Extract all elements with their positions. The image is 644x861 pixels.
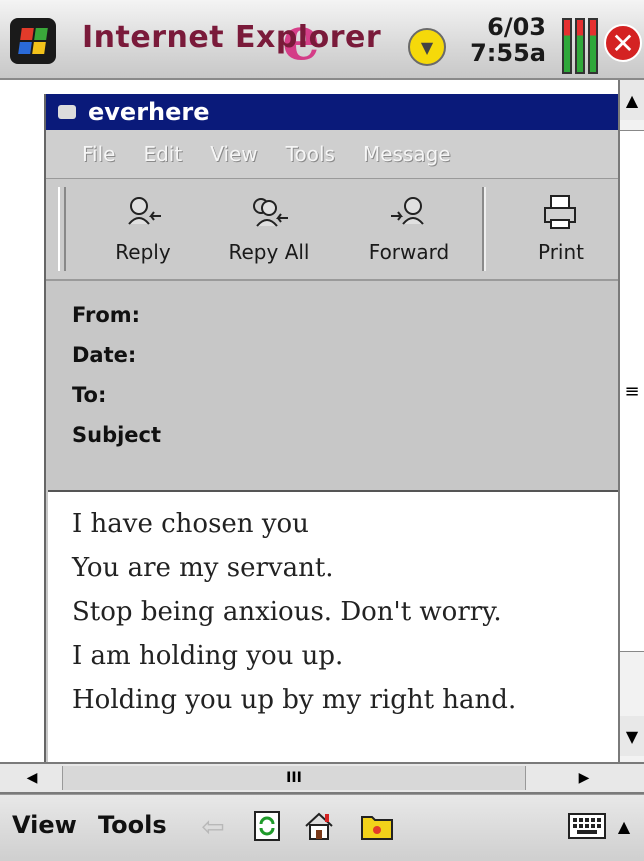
app-title: Internet Explorer — [82, 20, 382, 55]
battery-signal-icon[interactable] — [562, 14, 604, 74]
email-window: everhere File Edit View Tools Message Re… — [44, 94, 618, 762]
body-line: I am holding you up. — [72, 641, 344, 671]
print-label: Print — [537, 240, 584, 264]
view-menu[interactable]: View — [12, 811, 77, 839]
body-line: Stop being anxious. Don't worry. — [72, 597, 502, 627]
to-label: To: — [72, 383, 107, 407]
clock[interactable]: 6/03 7:55a — [462, 14, 546, 66]
scroll-right-button[interactable]: ▶ — [570, 764, 598, 792]
reply-all-label: Repy All — [228, 240, 310, 264]
horizontal-scroll-thumb[interactable]: III — [62, 766, 526, 790]
email-body[interactable]: I have chosen you You are my servant. St… — [48, 490, 618, 762]
favorites-icon[interactable] — [360, 809, 394, 843]
body-line: You are my servant. — [72, 553, 334, 583]
forward-label: Forward — [368, 240, 450, 264]
vertical-scrollbar[interactable]: ▲ ≡ ▼ — [618, 80, 644, 762]
title-bar: e Internet Explorer ▼ 6/03 7:55a ✕ — [0, 0, 644, 80]
print-icon — [544, 195, 576, 229]
back-arrow-icon[interactable]: ⇦ — [196, 809, 230, 843]
notification-arrow-icon: ▼ — [420, 37, 434, 57]
menu-file[interactable]: File — [82, 142, 115, 166]
reply-all-icon — [253, 198, 288, 227]
subject-label: Subject — [72, 423, 162, 447]
refresh-icon[interactable] — [250, 809, 284, 843]
reply-button[interactable]: Reply — [98, 179, 188, 279]
forward-icon — [391, 197, 424, 225]
close-button[interactable]: ✕ — [604, 24, 642, 62]
print-button[interactable]: Print — [516, 179, 606, 279]
windows-start-icon[interactable] — [10, 18, 56, 64]
email-toolbar: Reply Repy All Forward Print — [46, 179, 618, 281]
email-menu-bar: File Edit View Tools Message — [46, 130, 618, 179]
clock-time: 7:55a — [470, 39, 546, 67]
email-window-title: everhere — [46, 94, 618, 130]
email-window-title-text: everhere — [88, 98, 210, 126]
browser-content: everhere File Edit View Tools Message Re… — [0, 80, 618, 762]
email-headers: From: Date: To: Subject — [46, 281, 618, 463]
forward-button[interactable]: Forward — [354, 179, 464, 279]
body-line: Holding you up by my right hand. — [72, 685, 517, 715]
scroll-left-button[interactable]: ◀ — [18, 764, 46, 792]
vertical-scroll-thumb[interactable]: ≡ — [620, 130, 644, 652]
from-label: From: — [72, 303, 141, 327]
body-line: I have chosen you — [72, 509, 309, 539]
menu-tools[interactable]: Tools — [286, 142, 335, 166]
home-icon[interactable] — [302, 809, 336, 843]
document-icon — [58, 105, 76, 119]
keyboard-icon[interactable] — [566, 809, 608, 843]
tools-menu[interactable]: Tools — [98, 811, 167, 839]
toolbar-separator — [482, 187, 486, 271]
menu-message[interactable]: Message — [363, 142, 451, 166]
scroll-up-button[interactable]: ▲ — [620, 80, 644, 120]
sip-menu-up-icon[interactable]: ▲ — [612, 809, 636, 843]
reply-label: Reply — [115, 240, 171, 264]
notification-icon[interactable]: ▼ — [408, 28, 446, 66]
reply-all-button[interactable]: Repy All — [214, 179, 324, 279]
date-label: Date: — [72, 343, 137, 367]
horizontal-scrollbar[interactable]: ◀ III ▶ — [0, 762, 644, 794]
menu-edit[interactable]: Edit — [143, 142, 182, 166]
command-bar: View Tools ⇦ ▲ — [0, 794, 644, 861]
windows-flag-icon — [18, 28, 48, 54]
toolbar-grip — [58, 187, 66, 271]
reply-icon — [128, 197, 161, 225]
menu-view[interactable]: View — [210, 142, 257, 166]
clock-date: 6/03 — [487, 13, 546, 41]
scroll-down-button[interactable]: ▼ — [620, 716, 644, 756]
